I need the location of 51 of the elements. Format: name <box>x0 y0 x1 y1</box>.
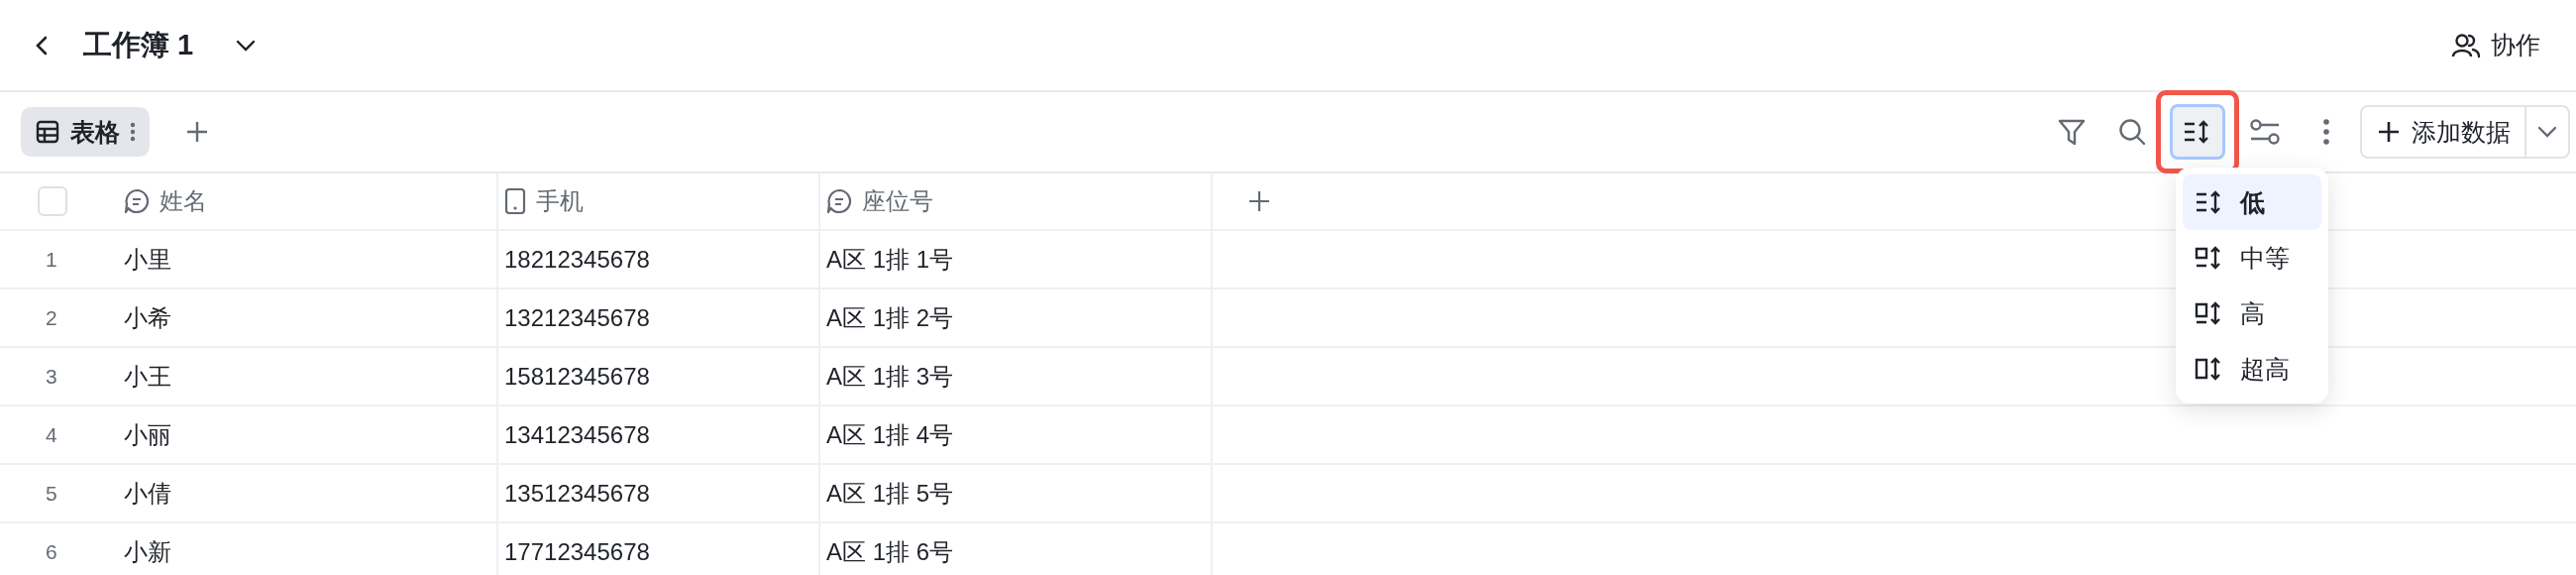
text-field-icon <box>826 188 852 214</box>
column-header[interactable]: 座位号 <box>820 173 1213 229</box>
table-cell: 小希 <box>124 289 498 346</box>
search-icon[interactable] <box>2118 118 2146 146</box>
select-all-checkbox[interactable] <box>38 186 67 216</box>
chevron-down-icon[interactable] <box>235 38 258 53</box>
text-field-icon <box>124 188 150 214</box>
table-cell: 13412345678 <box>498 406 820 463</box>
table-cell: 小王 <box>124 348 498 404</box>
table-cell: 小丽 <box>124 406 498 463</box>
add-icon[interactable] <box>185 120 209 144</box>
view-tab[interactable]: 表格 <box>21 107 150 157</box>
row-number: 1 <box>46 247 57 272</box>
table-cell: A区 1排 2号 <box>820 289 1213 346</box>
menu-item[interactable]: 高 <box>2183 286 2321 341</box>
table-icon <box>35 119 60 145</box>
row-number: 3 <box>46 364 57 389</box>
table-cell: A区 1排 1号 <box>820 231 1213 288</box>
settings-icon[interactable] <box>2249 117 2281 147</box>
menu-item[interactable]: 超高 <box>2183 341 2321 397</box>
people-icon <box>2451 32 2481 58</box>
row-number: 2 <box>46 305 57 330</box>
more-icon[interactable] <box>2322 118 2330 146</box>
table-cell: 小里 <box>124 231 498 288</box>
table-cell: 18212345678 <box>498 231 820 288</box>
phone-icon <box>504 187 526 215</box>
row-number: 6 <box>46 539 57 564</box>
menu-item[interactable]: 低 <box>2183 174 2321 230</box>
table-cell: 小倩 <box>124 465 498 521</box>
collaborate-button[interactable]: 协作 <box>2451 29 2540 61</box>
row-height-button[interactable] <box>2170 104 2225 160</box>
table-cell: A区 1排 5号 <box>820 465 1213 521</box>
add-column-icon[interactable] <box>1248 190 1270 212</box>
row-number: 4 <box>46 422 57 447</box>
table-cell: 小新 <box>124 523 498 575</box>
more-icon[interactable] <box>130 122 136 142</box>
plus-icon <box>2378 121 2400 143</box>
table-cell: A区 1排 3号 <box>820 348 1213 404</box>
row-number: 5 <box>46 481 57 506</box>
workbook-title: 工作簿 1 <box>83 27 194 62</box>
menu-item[interactable]: 中等 <box>2183 230 2321 286</box>
table-cell: A区 1排 4号 <box>820 406 1213 463</box>
column-header[interactable]: 手机 <box>498 173 820 229</box>
filter-icon[interactable] <box>2057 117 2087 147</box>
chevron-down-icon <box>2536 125 2558 139</box>
table-cell: A区 1排 6号 <box>820 523 1213 575</box>
table-cell: 13212345678 <box>498 289 820 346</box>
table-cell: 13512345678 <box>498 465 820 521</box>
table-cell: 15812345678 <box>498 348 820 404</box>
column-header[interactable]: 姓名 <box>124 173 498 229</box>
table-cell: 17712345678 <box>498 523 820 575</box>
